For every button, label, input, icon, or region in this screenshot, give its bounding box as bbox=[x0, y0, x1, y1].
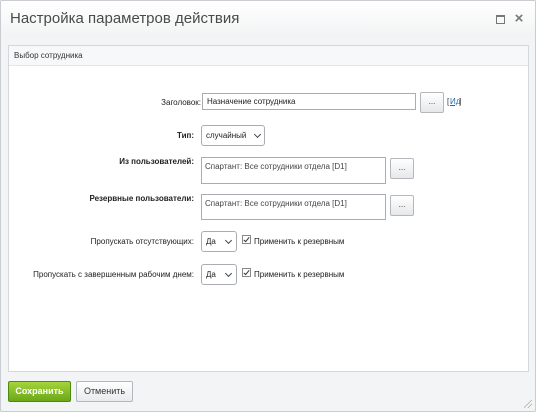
skip-finished-reserve-checkbox[interactable] bbox=[242, 268, 251, 277]
resize-grip-icon[interactable] bbox=[523, 399, 533, 409]
save-button[interactable]: Сохранить bbox=[8, 381, 71, 402]
type-label: Тип: bbox=[177, 131, 194, 140]
skip-finished-reserve-label: Применить к резервным bbox=[254, 270, 345, 279]
chevron-down-icon bbox=[254, 126, 262, 145]
id-link-bracket-close: ] bbox=[459, 97, 462, 106]
chevron-down-icon bbox=[225, 265, 233, 284]
skip-absent-select[interactable]: Да bbox=[201, 231, 237, 252]
type-select-value: случайный bbox=[206, 131, 247, 140]
skip-finished-select[interactable]: Да bbox=[201, 264, 237, 285]
dialog-titlebar[interactable]: Настройка параметров действия × bbox=[1, 1, 535, 37]
reserve-users-field[interactable]: Спартант: Все сотрудники отдела [D1] bbox=[201, 194, 386, 220]
reserve-users-select-button[interactable]: ... bbox=[390, 195, 414, 216]
from-users-label: Из пользователей: bbox=[119, 157, 194, 166]
reserve-users-label: Резервные пользователи: bbox=[89, 194, 194, 203]
skip-absent-label: Пропускать отсутствующих: bbox=[90, 237, 194, 246]
panel-title: Выбор сотрудника bbox=[14, 51, 83, 60]
skip-absent-select-value: Да bbox=[206, 237, 216, 246]
heading-label: Заголовок: bbox=[161, 98, 201, 107]
chevron-down-icon bbox=[225, 232, 233, 251]
skip-absent-reserve-checkbox[interactable] bbox=[242, 235, 251, 244]
close-icon[interactable]: × bbox=[512, 11, 526, 26]
employee-selection-panel: Выбор сотрудника Заголовок: ... [ Ид ] Т… bbox=[8, 45, 529, 372]
dialog-title: Настройка параметров действия bbox=[10, 10, 240, 27]
cancel-button[interactable]: Отменить bbox=[76, 381, 133, 402]
action-settings-dialog: Настройка параметров действия × Выбор со… bbox=[0, 0, 536, 412]
heading-select-button[interactable]: ... bbox=[420, 92, 444, 113]
skip-finished-select-value: Да bbox=[206, 270, 216, 279]
from-users-select-button[interactable]: ... bbox=[390, 158, 414, 179]
from-users-field[interactable]: Спартант: Все сотрудники отдела [D1] bbox=[201, 157, 386, 184]
type-select[interactable]: случайный bbox=[201, 125, 265, 146]
panel-header: Выбор сотрудника bbox=[9, 46, 528, 66]
skip-absent-reserve-label: Применить к резервным bbox=[254, 237, 345, 246]
id-link-bracket-open: [ bbox=[447, 97, 450, 106]
maximize-icon[interactable] bbox=[493, 12, 507, 26]
heading-input[interactable] bbox=[202, 93, 416, 110]
skip-finished-label: Пропускать с завершенным рабочим днем: bbox=[33, 270, 194, 279]
